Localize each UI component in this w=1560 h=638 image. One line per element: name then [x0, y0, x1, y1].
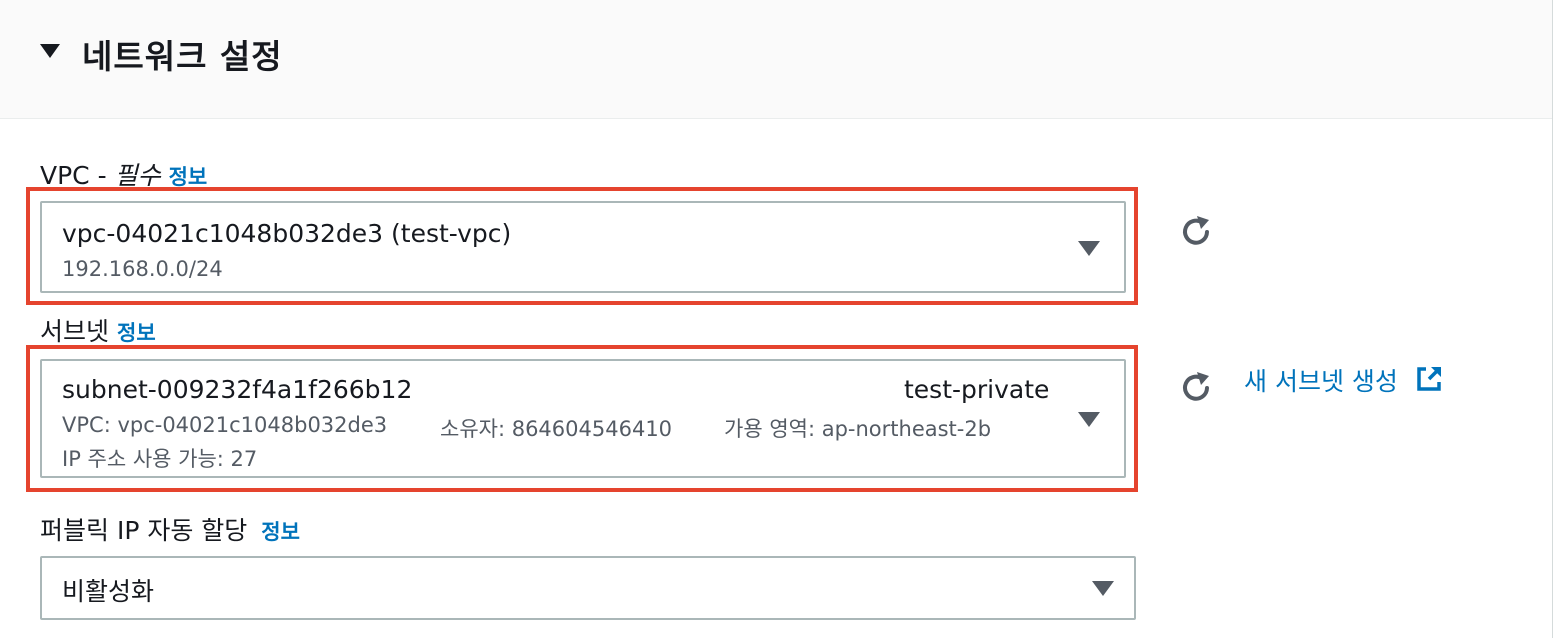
subnet-ip-detail: IP 주소 사용 가능: 27	[62, 447, 258, 471]
public-ip-select[interactable]: 비활성화	[40, 556, 1136, 620]
public-ip-selected: 비활성화	[62, 577, 155, 606]
section-header[interactable]: 네트워크 설정	[0, 0, 1552, 119]
refresh-icon[interactable]	[1176, 368, 1216, 408]
subnet-label: 서브넷 정보	[40, 312, 156, 348]
network-settings-panel: 네트워크 설정 VPC - 필수 정보 vpc-04021c1048b032de3…	[0, 0, 1553, 638]
subnet-selected-id: subnet-009232f4a1f266b12	[62, 375, 413, 404]
required-text: 필수	[114, 161, 161, 190]
subnet-owner-detail: 소유자: 864604546410	[440, 417, 673, 441]
subnet-label-text: 서브넷	[40, 317, 110, 346]
create-subnet-link[interactable]: 새 서브넷 생성	[1244, 362, 1398, 398]
vpc-selected-cidr: 192.168.0.0/24	[62, 257, 223, 281]
chevron-down-icon	[1078, 412, 1100, 427]
vpc-select[interactable]: vpc-04021c1048b032de3 (test-vpc) 192.168…	[40, 201, 1126, 293]
subnet-vpc-detail: VPC: vpc-04021c1048b032de3	[62, 413, 388, 437]
chevron-down-icon	[1078, 241, 1100, 256]
vpc-info-link[interactable]: 정보	[169, 165, 208, 189]
caret-down-icon[interactable]	[40, 44, 60, 58]
subnet-selected-name: test-private	[904, 375, 1050, 404]
chevron-down-icon	[1092, 581, 1114, 596]
vpc-label-text: VPC -	[40, 161, 115, 190]
external-link-icon[interactable]	[1414, 364, 1444, 394]
public-ip-info-link[interactable]: 정보	[261, 520, 300, 544]
vpc-selected-id: vpc-04021c1048b032de3 (test-vpc)	[62, 219, 512, 248]
public-ip-label: 퍼블릭 IP 자동 할당 정보	[40, 511, 300, 547]
subnet-az-detail: 가용 영역: ap-northeast-2b	[724, 417, 992, 441]
subnet-info-link[interactable]: 정보	[117, 321, 156, 345]
subnet-select[interactable]: subnet-009232f4a1f266b12 test-private VP…	[40, 359, 1126, 478]
refresh-icon[interactable]	[1176, 212, 1216, 252]
public-ip-label-text: 퍼블릭 IP 자동 할당	[40, 516, 248, 545]
section-title: 네트워크 설정	[82, 37, 283, 76]
